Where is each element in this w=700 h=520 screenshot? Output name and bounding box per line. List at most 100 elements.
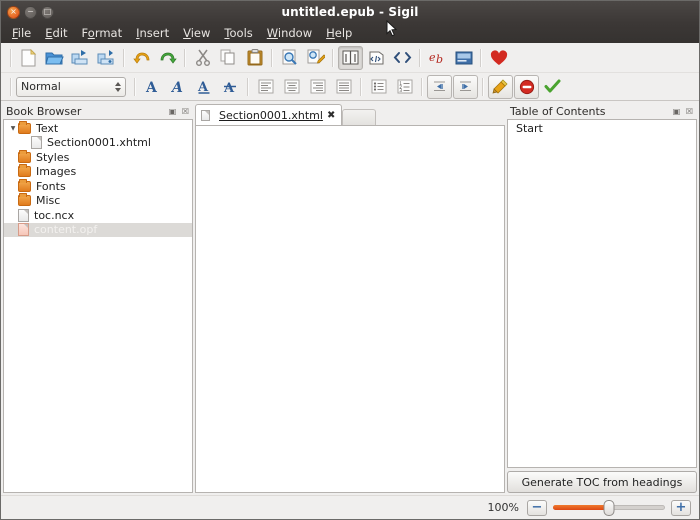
- find-icon[interactable]: [277, 46, 302, 70]
- main-body: Book Browser ▣ ☒ ▼ Text Section0001.xhtm…: [1, 101, 699, 495]
- split-view-icon[interactable]: [364, 46, 389, 70]
- heart-icon[interactable]: [486, 46, 511, 70]
- zoom-slider[interactable]: [553, 500, 665, 516]
- window-minimize-button[interactable]: −: [24, 6, 37, 19]
- window-close-button[interactable]: ×: [7, 6, 20, 19]
- tree-item-misc[interactable]: Misc: [4, 194, 192, 209]
- toolbar-separator: [419, 49, 421, 67]
- paste-icon[interactable]: [242, 46, 267, 70]
- float-icon[interactable]: ▣: [671, 106, 682, 117]
- menu-help[interactable]: Help: [319, 24, 359, 42]
- tree-item-fonts[interactable]: Fonts: [4, 179, 192, 194]
- remove-formatting-icon[interactable]: [514, 75, 539, 99]
- undo-icon[interactable]: [129, 46, 154, 70]
- float-icon[interactable]: ▣: [167, 106, 178, 117]
- editor-panel: Section0001.xhtml ✖: [195, 103, 505, 493]
- window-maximize-button[interactable]: □: [41, 6, 54, 19]
- tree-item-label: Styles: [36, 151, 69, 164]
- tree-item-label: Images: [36, 165, 76, 178]
- bold-icon[interactable]: A: [140, 75, 165, 99]
- svg-text:e: e: [429, 51, 436, 64]
- svg-text:b: b: [436, 53, 443, 65]
- align-right-icon[interactable]: [305, 75, 330, 99]
- generate-toc-button[interactable]: Generate TOC from headings: [507, 471, 697, 493]
- paragraph-style-value: Normal: [21, 80, 61, 93]
- spellcheck-icon[interactable]: eb: [425, 46, 450, 70]
- folder-icon: [18, 181, 31, 192]
- folder-icon: [18, 166, 31, 177]
- svg-text:A: A: [223, 81, 235, 94]
- clean-icon[interactable]: [488, 75, 513, 99]
- tree-item-styles[interactable]: Styles: [4, 150, 192, 165]
- zoom-slider-handle[interactable]: [604, 500, 615, 516]
- toc-list[interactable]: Start: [507, 119, 697, 468]
- tree-item-content-opf[interactable]: content.opf: [4, 223, 192, 238]
- align-left-icon[interactable]: [253, 75, 278, 99]
- tree-item-text[interactable]: ▼ Text: [4, 121, 192, 136]
- close-icon[interactable]: ☒: [684, 106, 695, 117]
- numbered-list-icon[interactable]: 123: [392, 75, 417, 99]
- tree-item-label: content.opf: [34, 223, 97, 236]
- save-icon[interactable]: [68, 46, 93, 70]
- italic-icon[interactable]: A: [166, 75, 191, 99]
- folder-icon: [18, 195, 31, 206]
- toolbar-separator: [332, 49, 334, 67]
- tree-item-toc-ncx[interactable]: toc.ncx: [4, 208, 192, 223]
- sigil-window: × − □ untitled.epub - Sigil File Edit Fo…: [0, 0, 700, 520]
- underline-icon[interactable]: A: [192, 75, 217, 99]
- file-icon: [18, 209, 29, 222]
- chevron-down-icon[interactable]: ▼: [8, 125, 18, 132]
- toc-item-start[interactable]: Start: [508, 121, 696, 136]
- book-browser-tree[interactable]: ▼ Text Section0001.xhtml Styles: [3, 119, 193, 493]
- tab-strip-filler: [376, 104, 505, 125]
- tab-section0001[interactable]: Section0001.xhtml ✖: [195, 104, 342, 125]
- find-replace-icon[interactable]: [303, 46, 328, 70]
- menu-tools[interactable]: Tools: [217, 24, 259, 42]
- title-bar: × − □ untitled.epub - Sigil: [1, 1, 699, 23]
- toolbar-separator: [482, 78, 484, 96]
- menu-view[interactable]: View: [176, 24, 217, 42]
- menu-format[interactable]: Format: [75, 24, 130, 42]
- new-file-icon[interactable]: [16, 46, 41, 70]
- tree-item-images[interactable]: Images: [4, 165, 192, 180]
- preview-icon[interactable]: [451, 46, 476, 70]
- validate-icon[interactable]: [540, 75, 565, 99]
- toolbar-separator: [271, 49, 273, 67]
- toc-title: Table of Contents: [510, 105, 669, 118]
- editor-content-area[interactable]: [195, 125, 505, 493]
- svg-text:A: A: [171, 80, 183, 94]
- code-view-icon[interactable]: [390, 46, 415, 70]
- toc-header: Table of Contents ▣ ☒: [507, 103, 697, 119]
- align-center-icon[interactable]: [279, 75, 304, 99]
- paragraph-style-combo[interactable]: Normal: [16, 77, 126, 97]
- bullet-list-icon[interactable]: [366, 75, 391, 99]
- menu-insert[interactable]: Insert: [129, 24, 176, 42]
- menu-file[interactable]: File: [5, 24, 38, 42]
- redo-icon[interactable]: [155, 46, 180, 70]
- cut-icon[interactable]: [190, 46, 215, 70]
- tree-item-label: toc.ncx: [34, 209, 74, 222]
- outdent-icon[interactable]: [427, 75, 452, 99]
- window-title: untitled.epub - Sigil: [1, 5, 699, 19]
- tab-close-icon[interactable]: ✖: [327, 110, 335, 121]
- toc-panel: Table of Contents ▣ ☒ Start Generate TOC…: [507, 103, 697, 493]
- toolbar-separator: [123, 49, 125, 67]
- zoom-in-button[interactable]: +: [671, 500, 691, 516]
- align-justify-icon[interactable]: [331, 75, 356, 99]
- folder-icon: [18, 152, 31, 163]
- copy-icon[interactable]: [216, 46, 241, 70]
- strikethrough-icon[interactable]: A: [218, 75, 243, 99]
- close-icon[interactable]: ☒: [180, 106, 191, 117]
- svg-text:3: 3: [399, 88, 402, 94]
- menu-edit[interactable]: Edit: [38, 24, 74, 42]
- toolbar-separator: [360, 78, 362, 96]
- book-view-icon[interactable]: [338, 46, 363, 70]
- indent-icon[interactable]: [453, 75, 478, 99]
- toolbar-separator: [184, 49, 186, 67]
- menu-window[interactable]: Window: [260, 24, 319, 42]
- open-folder-icon[interactable]: [42, 46, 67, 70]
- tree-item-label: Text: [36, 122, 58, 135]
- tree-item-section0001[interactable]: Section0001.xhtml: [4, 136, 192, 151]
- zoom-out-button[interactable]: −: [527, 500, 547, 516]
- save-as-icon[interactable]: [94, 46, 119, 70]
